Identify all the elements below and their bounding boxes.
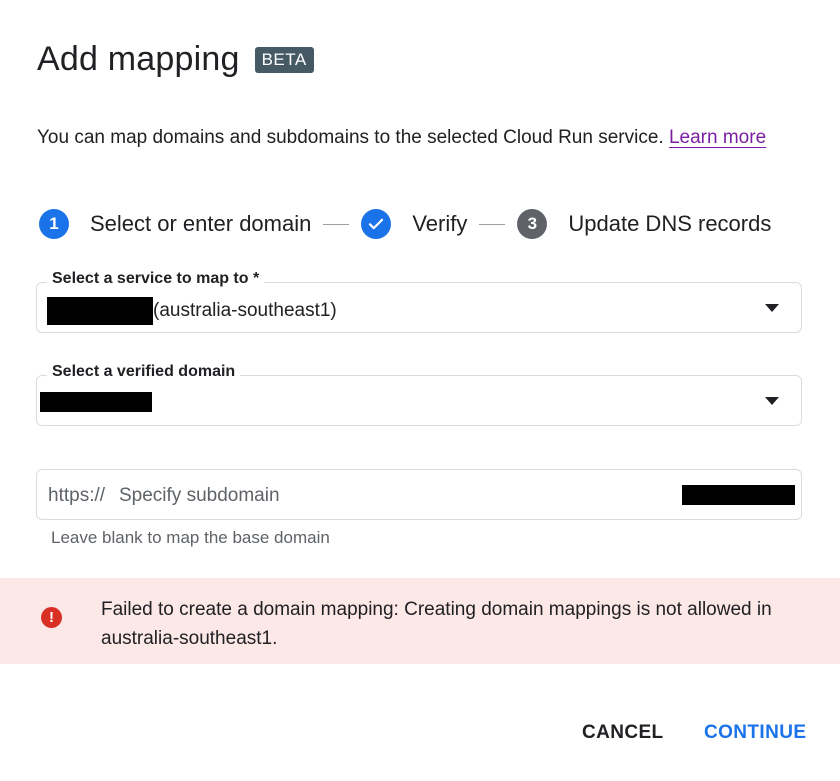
domain-select-value	[40, 392, 152, 412]
redacted-domain	[40, 392, 152, 412]
step-3-number: 3	[517, 209, 548, 239]
step-divider	[479, 223, 506, 225]
step-1-number: 1	[39, 209, 69, 239]
subdomain-input[interactable]	[117, 481, 681, 511]
service-select-label: Select a service to map to *	[47, 270, 265, 288]
description-text: You can map domains and subdomains to th…	[37, 127, 664, 148]
url-prefix: https://	[48, 485, 106, 506]
error-icon: !	[41, 607, 62, 628]
subdomain-hint: Leave blank to map the base domain	[51, 528, 330, 547]
chevron-down-icon[interactable]	[765, 397, 779, 405]
error-message: Failed to create a domain mapping: Creat…	[101, 599, 772, 649]
step-divider	[323, 223, 350, 225]
continue-button[interactable]: CONTINUE	[696, 718, 814, 748]
error-banner: ! Failed to create a domain mapping: Cre…	[0, 578, 840, 664]
step-1-label: Select or enter domain	[90, 211, 312, 236]
redacted-domain-suffix	[682, 485, 795, 505]
step-3-label: Update DNS records	[568, 211, 772, 236]
beta-badge: BETA	[254, 46, 314, 73]
dialog-title: Add mapping	[37, 40, 240, 78]
stepper: 1 Select or enter domain Verify 3 Update…	[39, 209, 771, 239]
domain-select[interactable]: Select a verified domain	[36, 363, 802, 426]
chevron-down-icon[interactable]	[765, 304, 779, 312]
step-2-label: Verify	[412, 211, 468, 236]
title-row: Add mapping BETA	[37, 40, 314, 79]
subdomain-field: https://	[36, 469, 802, 520]
redacted-service-name	[47, 297, 153, 325]
checkmark-icon	[361, 209, 392, 239]
learn-more-link[interactable]: Learn more	[669, 127, 766, 148]
service-region: (australia-southeast1)	[153, 300, 337, 321]
service-select-value: (australia-southeast1)	[47, 297, 337, 325]
service-select[interactable]: Select a service to map to * (australia-…	[36, 270, 802, 333]
cancel-button[interactable]: CANCEL	[574, 718, 672, 748]
dialog-description: You can map domains and subdomains to th…	[37, 127, 766, 149]
domain-select-label: Select a verified domain	[47, 363, 241, 381]
